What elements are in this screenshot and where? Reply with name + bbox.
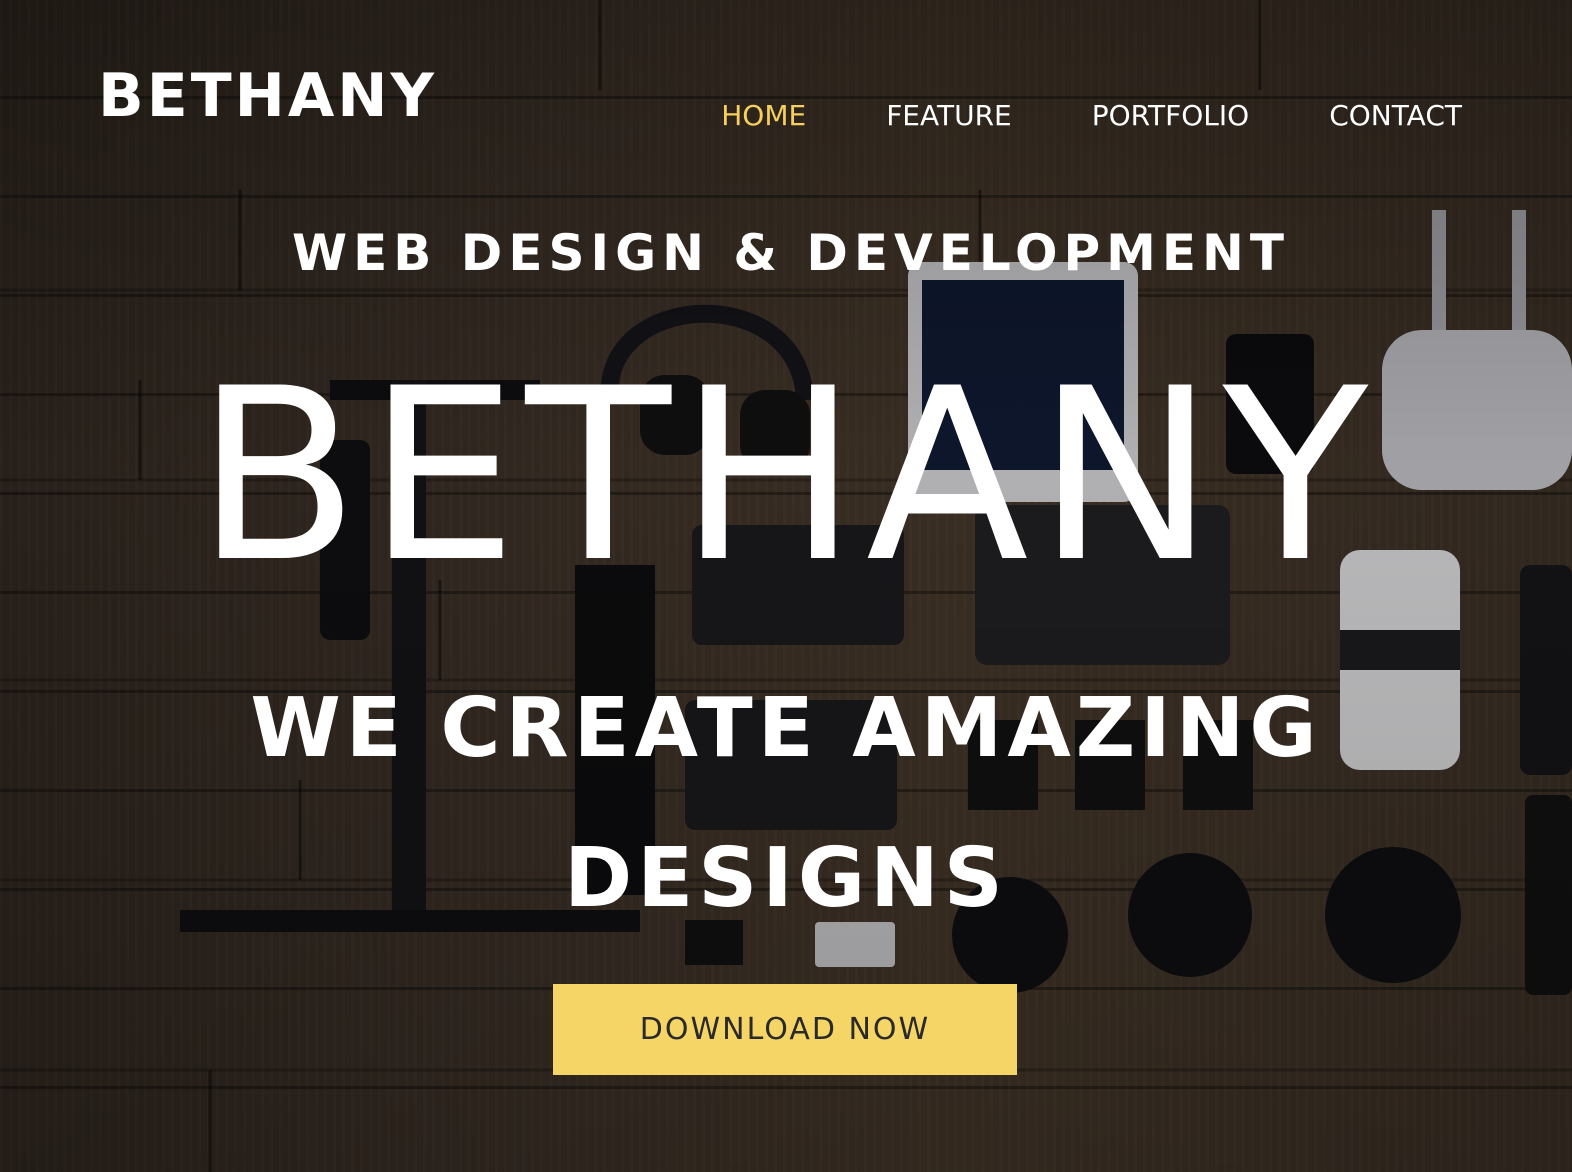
- nav-item-portfolio[interactable]: PORTFOLIO: [1092, 102, 1250, 130]
- hero-subtitle: WE CREATE AMAZING DESIGNS: [0, 654, 1572, 954]
- nav-item-contact[interactable]: CONTACT: [1329, 102, 1462, 130]
- download-now-button[interactable]: DOWNLOAD NOW: [553, 984, 1017, 1075]
- hero-subtitle-line-2: DESIGNS: [564, 831, 1008, 926]
- nav-item-feature[interactable]: FEATURE: [886, 102, 1012, 130]
- hero-section: BETHANY HOME FEATURE PORTFOLIO CONTACT W…: [0, 0, 1572, 1172]
- hero-subtitle-line-1: WE CREATE AMAZING: [250, 681, 1322, 776]
- hero-tagline: WEB DESIGN & DEVELOPMENT: [291, 224, 1290, 282]
- main-nav: HOME FEATURE PORTFOLIO CONTACT: [721, 102, 1462, 130]
- hero-title: BETHANY: [195, 338, 1377, 615]
- nav-item-home[interactable]: HOME: [721, 102, 806, 130]
- site-logo[interactable]: BETHANY: [98, 66, 437, 126]
